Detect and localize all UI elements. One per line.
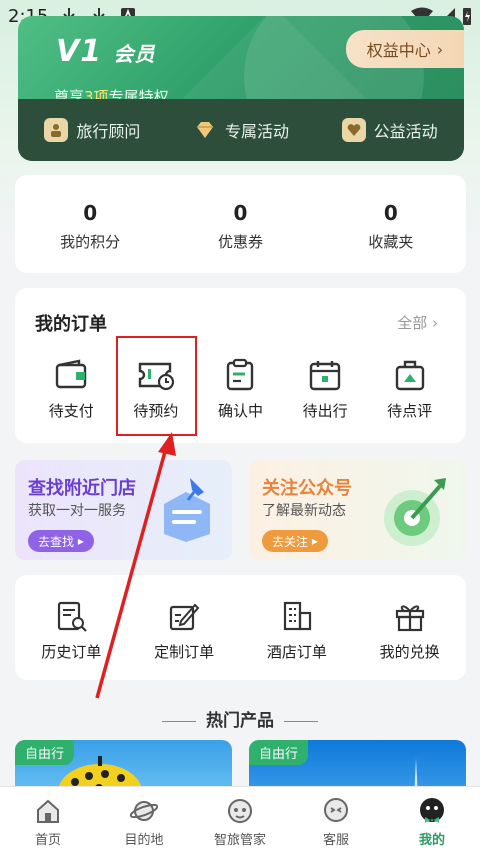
target-icon	[384, 478, 446, 546]
stat-points[interactable]: 0 我的积分	[15, 175, 165, 273]
clipboard-icon	[227, 358, 254, 391]
chat-face-icon	[324, 798, 348, 822]
bottom-tab-bar: 首页 目的地 智旅管家 客服 我的	[0, 786, 480, 854]
product-tag: 自由行	[249, 740, 309, 765]
order-pending-travel[interactable]: 待出行	[291, 358, 359, 421]
history-orders[interactable]: 历史订单	[26, 599, 116, 680]
stat-coupons[interactable]: 0 优惠券	[165, 175, 315, 273]
wallet-icon	[56, 359, 87, 389]
planet-icon	[130, 801, 158, 821]
orders-all-link[interactable]: 全部 ›	[397, 312, 438, 333]
order-pending-review[interactable]: 待点评	[376, 358, 444, 421]
chevron-right-icon: ›	[436, 39, 444, 59]
vip-benefits-bar: 旅行顾问 专属活动 公益活动	[18, 99, 464, 161]
tab-destination[interactable]: 目的地	[96, 787, 192, 854]
vip-card[interactable]: V1 会员 尊享3项专属特权 权益中心 › 旅行顾问 专属活动 公益活动	[18, 16, 464, 161]
advisor-icon	[44, 118, 69, 142]
find-store-button[interactable]: 去查找 ▸	[28, 530, 94, 552]
building-icon	[283, 601, 311, 631]
battery-icon	[463, 8, 471, 25]
order-confirming[interactable]: 确认中	[206, 358, 274, 421]
follow-button[interactable]: 去关注 ▸	[262, 530, 328, 552]
orders-title: 我的订单	[35, 314, 107, 335]
pin-board-icon	[164, 478, 210, 542]
profile-face-icon	[420, 798, 444, 823]
calendar-icon	[309, 361, 341, 391]
stats-card: 0 我的积分 0 优惠券 0 收藏夹	[15, 175, 466, 273]
my-redemptions[interactable]: 我的兑换	[365, 599, 455, 680]
gift-icon	[395, 605, 424, 632]
hotel-orders[interactable]: 酒店订单	[252, 599, 342, 680]
edit-doc-icon	[170, 603, 200, 631]
home-icon	[37, 799, 59, 823]
orders-card: 我的订单 全部 › 待支付 待预约 确认中 待出行 待点评	[15, 288, 466, 443]
hot-products-heading: 热门产品	[0, 706, 480, 731]
vip-logo: V1 会员	[56, 34, 156, 69]
tab-home[interactable]: 首页	[0, 787, 96, 854]
tools-card: 历史订单 定制订单 酒店订单 我的兑换	[15, 575, 466, 680]
stat-favorites[interactable]: 0 收藏夹	[316, 175, 466, 273]
heart-icon	[341, 118, 366, 142]
tab-customer-service[interactable]: 客服	[288, 787, 384, 854]
promo-nearby-stores[interactable]: 查找附近门店 获取一对一服务 去查找 ▸	[15, 460, 232, 560]
history-doc-icon	[58, 601, 88, 632]
bag-review-icon	[395, 360, 424, 391]
order-pending-payment[interactable]: 待支付	[37, 358, 105, 421]
equity-center-button[interactable]: 权益中心 ›	[346, 30, 464, 68]
robot-icon	[228, 799, 252, 823]
tab-travel-assistant[interactable]: 智旅管家	[192, 787, 288, 854]
tab-mine[interactable]: 我的	[384, 787, 480, 854]
custom-orders[interactable]: 定制订单	[139, 599, 229, 680]
diamond-icon	[193, 118, 217, 142]
promo-official-account[interactable]: 关注公众号 了解最新动态 去关注 ▸	[249, 460, 466, 560]
annotation-highlight-box	[116, 336, 197, 436]
benefit-travel-advisor[interactable]: 旅行顾问	[44, 118, 140, 142]
benefit-charity-activity[interactable]: 公益活动	[341, 118, 438, 142]
benefit-exclusive-activity[interactable]: 专属活动	[193, 118, 289, 142]
chevron-right-icon: ›	[432, 314, 438, 332]
